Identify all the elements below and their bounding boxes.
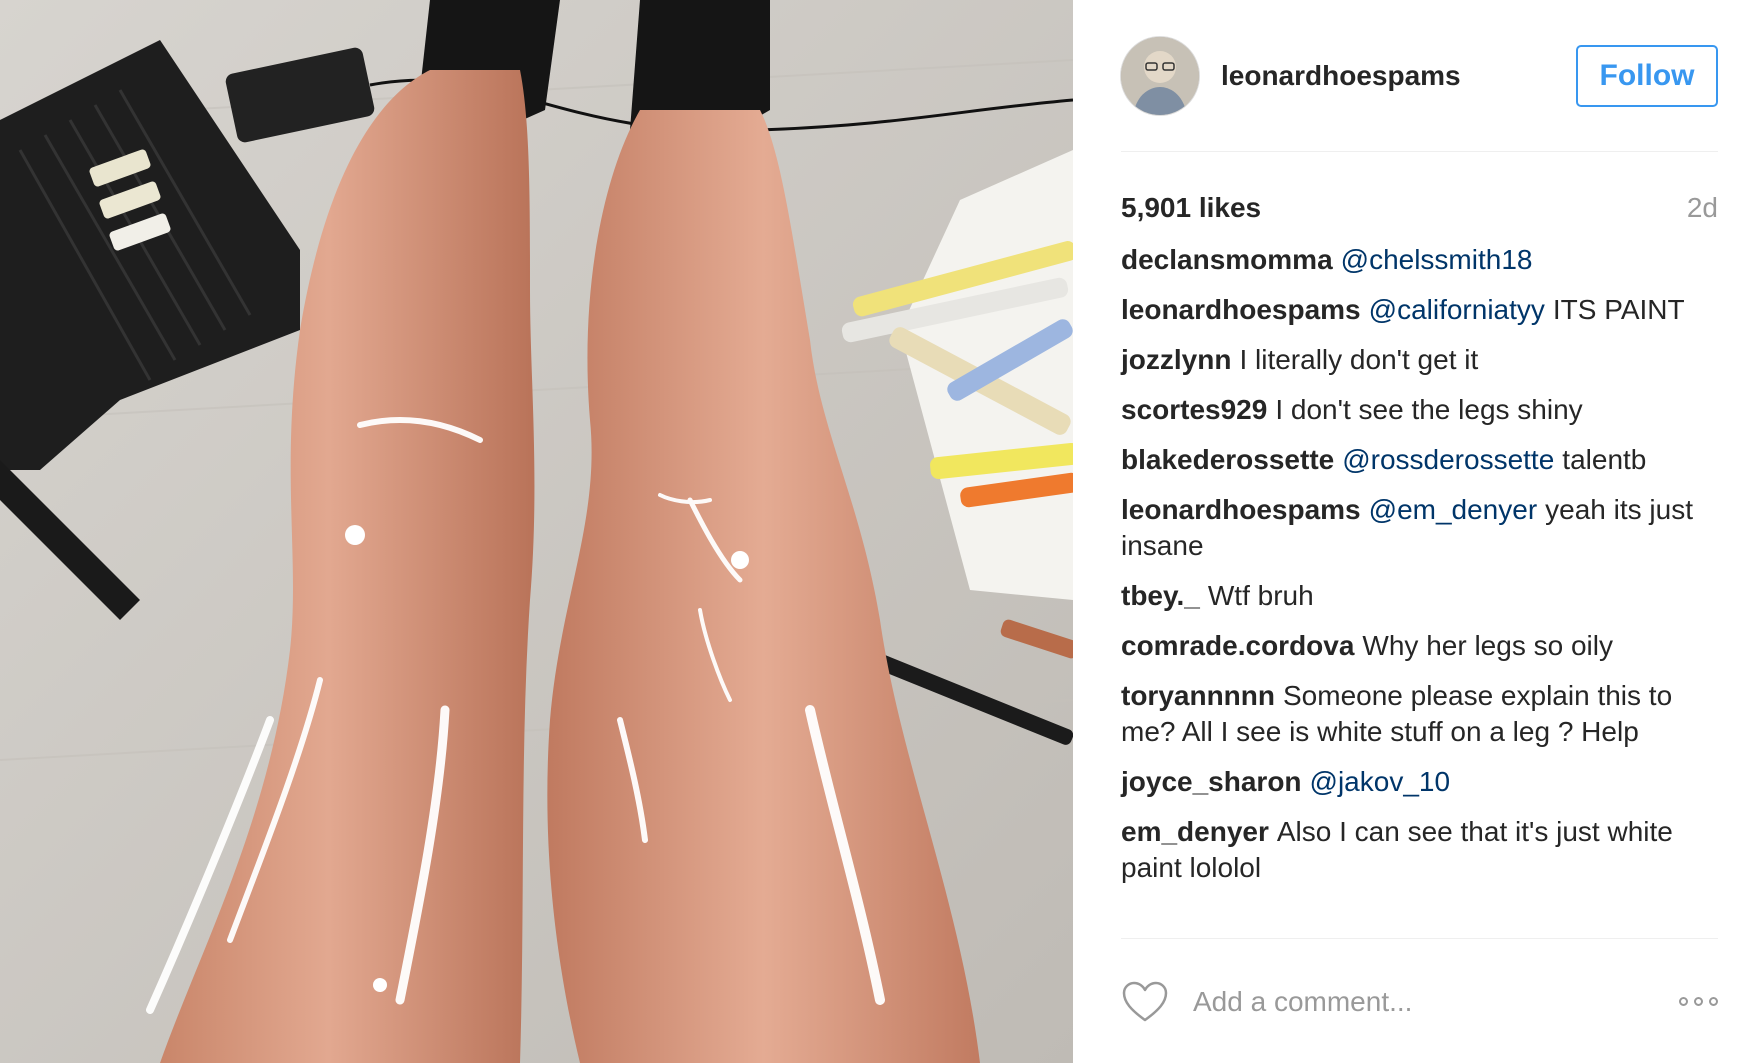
heart-icon[interactable] bbox=[1121, 980, 1169, 1024]
post-photo-image bbox=[0, 0, 1073, 1063]
comment-mention[interactable]: @chelssmith18 bbox=[1341, 244, 1533, 275]
comment-item: leonardhoespams @californiatyy ITS PAINT bbox=[1121, 292, 1718, 328]
comment-mention[interactable]: @californiatyy bbox=[1369, 294, 1545, 325]
comment-item: joyce_sharon @jakov_10 bbox=[1121, 764, 1718, 800]
comment-text: I don't see the legs shiny bbox=[1275, 394, 1583, 425]
comment-author[interactable]: tbey._ bbox=[1121, 580, 1200, 611]
comment-author[interactable]: comrade.cordova bbox=[1121, 630, 1354, 661]
comment-author[interactable]: joyce_sharon bbox=[1121, 766, 1302, 797]
comment-text: ITS PAINT bbox=[1552, 294, 1685, 325]
comment-item: comrade.cordova Why her legs so oily bbox=[1121, 628, 1718, 664]
comment-mention[interactable]: @em_denyer bbox=[1369, 494, 1538, 525]
comment-text: Wtf bruh bbox=[1207, 580, 1314, 611]
post-stats: 5,901 likes 2d bbox=[1121, 190, 1718, 226]
comment-text: Why her legs so oily bbox=[1362, 630, 1613, 661]
comment-author[interactable]: leonardhoespams bbox=[1121, 294, 1361, 325]
more-dot bbox=[1694, 997, 1703, 1006]
comment-item: jozzlynn I literally don't get it bbox=[1121, 342, 1718, 378]
comment-text: talentb bbox=[1562, 444, 1647, 475]
comment-mention[interactable]: @rossderossette bbox=[1342, 444, 1554, 475]
comment-bar bbox=[1121, 938, 1718, 1063]
comment-item: toryannnnn Someone please explain this to… bbox=[1121, 678, 1718, 750]
comment-author[interactable]: scortes929 bbox=[1121, 394, 1267, 425]
comment-author[interactable]: leonardhoespams bbox=[1121, 494, 1361, 525]
likes-count[interactable]: 5,901 likes bbox=[1121, 192, 1261, 224]
comment-input[interactable] bbox=[1191, 984, 1679, 1019]
comment-author[interactable]: em_denyer bbox=[1121, 816, 1269, 847]
more-dot bbox=[1709, 997, 1718, 1006]
comment-author[interactable]: jozzlynn bbox=[1121, 344, 1231, 375]
more-dot bbox=[1679, 997, 1688, 1006]
comment-author[interactable]: declansmomma bbox=[1121, 244, 1333, 275]
more-options-icon[interactable] bbox=[1679, 997, 1718, 1006]
comment-item: scortes929 I don't see the legs shiny bbox=[1121, 392, 1718, 428]
comment-item: declansmomma @chelssmith18 bbox=[1121, 242, 1718, 278]
instagram-post-view: leonardhoespams Follow 5,901 likes 2d de… bbox=[0, 0, 1742, 1063]
post-header: leonardhoespams Follow bbox=[1121, 0, 1718, 152]
avatar[interactable] bbox=[1121, 36, 1199, 115]
comments-list: declansmomma @chelssmith18 leonardhoespam… bbox=[1121, 242, 1718, 883]
comment-mention[interactable]: @jakov_10 bbox=[1310, 766, 1451, 797]
follow-button[interactable]: Follow bbox=[1576, 44, 1718, 107]
comment-text: I literally don't get it bbox=[1239, 344, 1479, 375]
comment-author[interactable]: blakederossette bbox=[1121, 444, 1334, 475]
post-author-username[interactable]: leonardhoespams bbox=[1221, 60, 1576, 92]
post-sidebar: leonardhoespams Follow 5,901 likes 2d de… bbox=[1073, 0, 1742, 1063]
avatar-image bbox=[1121, 36, 1199, 115]
comment-item: leonardhoespams @em_denyer yeah its just i… bbox=[1121, 492, 1718, 564]
post-age[interactable]: 2d bbox=[1687, 192, 1718, 224]
comment-item: blakederossette @rossderossette talentb bbox=[1121, 442, 1718, 478]
post-photo[interactable] bbox=[0, 0, 1073, 1063]
comment-author[interactable]: toryannnnn bbox=[1121, 680, 1275, 711]
comment-item: tbey._ Wtf bruh bbox=[1121, 578, 1718, 614]
comment-item: em_denyer Also I can see that it's just w… bbox=[1121, 814, 1718, 886]
